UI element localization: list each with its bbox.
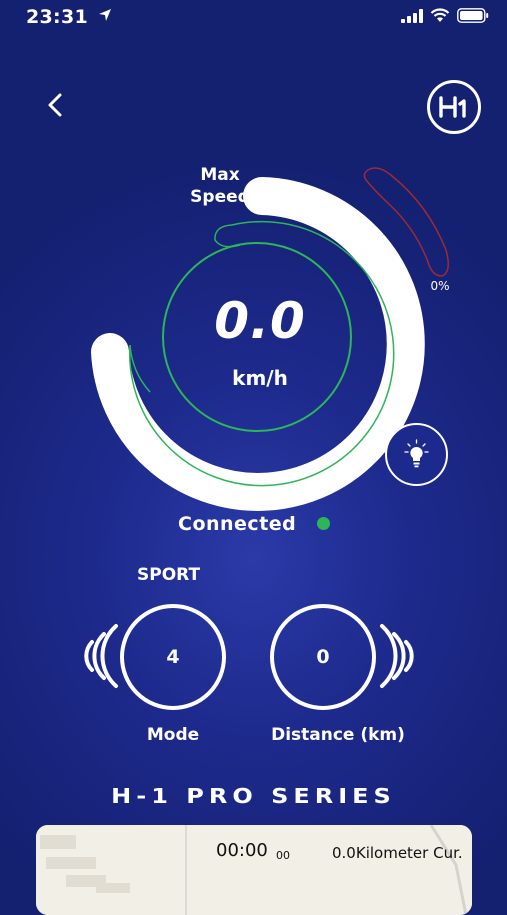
series-title: H-1 PRO SERIES <box>111 784 396 808</box>
distance-signal-waves-icon <box>380 624 414 688</box>
light-toggle-button[interactable] <box>385 423 448 486</box>
ride-distance: 0.0Kilometer Cur. <box>332 844 463 862</box>
mode-value: 4 <box>166 646 180 668</box>
ride-time-seconds: 00 <box>276 849 290 862</box>
distance-value: 0 <box>316 646 330 668</box>
max-speed-label: Max Speed <box>180 164 260 208</box>
ride-time: 00:00 <box>216 840 268 861</box>
mode-name: SPORT <box>137 565 201 585</box>
battery-percent: 0% <box>430 279 450 293</box>
connection-status-dot <box>317 517 330 530</box>
mode-signal-waves-icon <box>84 624 118 688</box>
connection-status: Connected <box>178 513 297 535</box>
mode-dial[interactable]: 4 <box>120 604 226 710</box>
distance-dial[interactable]: 0 <box>270 604 376 710</box>
map-background <box>36 825 472 915</box>
max-speed-line2: Speed <box>190 187 250 207</box>
distance-label: Distance (km) <box>271 725 405 745</box>
ride-map-card[interactable]: 00:00 00 0.0Kilometer Cur. <box>36 825 472 915</box>
mode-label: Mode <box>146 725 200 745</box>
max-speed-line1: Max <box>200 165 240 185</box>
speed-unit: km/h <box>232 366 288 390</box>
light-bulb-icon <box>404 439 429 468</box>
speed-value: 0.0 <box>214 292 306 350</box>
